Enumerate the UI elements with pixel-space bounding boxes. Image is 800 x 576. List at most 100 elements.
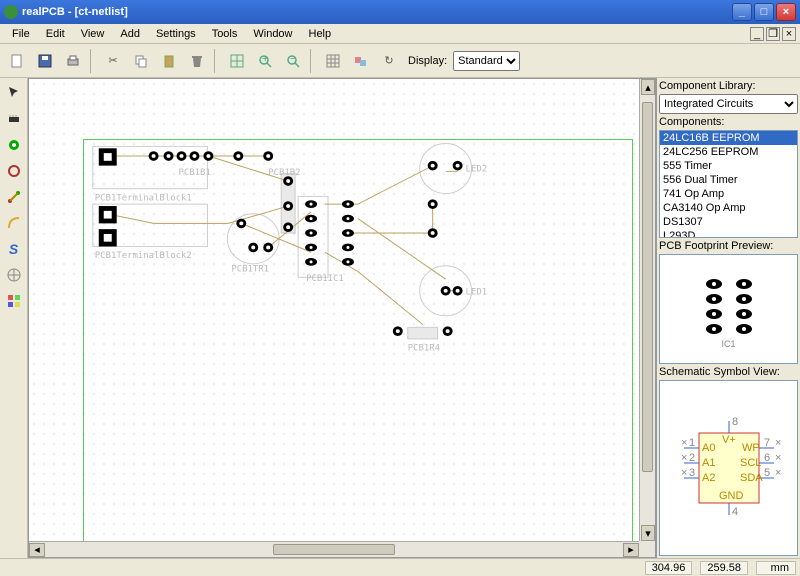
svg-text:LED1: LED1 — [466, 288, 488, 298]
copy-button[interactable] — [128, 48, 154, 74]
component-option[interactable]: 24LC16B EEPROM — [660, 131, 797, 145]
main-toolbar: ✂ + − ↻ Display: Standard — [0, 44, 800, 78]
svg-text:4: 4 — [732, 506, 738, 518]
component-option[interactable]: 741 Op Amp — [660, 187, 797, 201]
scrollbar-horizontal[interactable]: ◂▸ — [29, 541, 639, 557]
component-option[interactable]: L293D — [660, 229, 797, 238]
save-button[interactable] — [32, 48, 58, 74]
status-y: 259.58 — [700, 561, 748, 575]
title-bar: realPCB - [ct-netlist] _ □ × — [0, 0, 800, 24]
terminal-block-2 — [99, 206, 117, 246]
svg-text:PCB1TR1: PCB1TR1 — [231, 265, 269, 275]
svg-text:A1: A1 — [702, 457, 715, 469]
svg-text:×: × — [775, 437, 781, 449]
delete-button[interactable] — [184, 48, 210, 74]
component-option[interactable]: CA3140 Op Amp — [660, 201, 797, 215]
mdi-close-button[interactable]: × — [782, 27, 796, 41]
svg-text:V+: V+ — [722, 434, 736, 446]
footprint-label: PCB Footprint Preview: — [659, 240, 798, 252]
svg-text:6: 6 — [764, 452, 770, 464]
svg-text:2: 2 — [689, 452, 695, 464]
window-title: realPCB - [ct-netlist] — [22, 6, 730, 18]
library-select[interactable]: Integrated Circuits — [659, 94, 798, 114]
tool-via[interactable] — [3, 160, 25, 182]
close-button[interactable]: × — [776, 3, 796, 21]
toolbox: S — [0, 78, 28, 558]
refresh-button[interactable]: ↻ — [376, 48, 402, 74]
mdi-restore-button[interactable]: ❐ — [766, 27, 780, 41]
svg-text:SDA: SDA — [740, 472, 763, 484]
status-unit: mm — [756, 561, 796, 575]
menu-tools[interactable]: Tools — [204, 26, 246, 42]
tool-silk[interactable]: S — [3, 238, 25, 260]
menu-settings[interactable]: Settings — [148, 26, 204, 42]
svg-text:+: + — [262, 53, 268, 65]
svg-text:7: 7 — [764, 437, 770, 449]
svg-text:A0: A0 — [702, 442, 715, 454]
svg-text:8: 8 — [732, 416, 738, 428]
svg-text:WP: WP — [742, 442, 760, 454]
svg-text:×: × — [681, 437, 687, 449]
tool-origin[interactable] — [3, 290, 25, 312]
display-select[interactable]: Standard — [453, 51, 520, 71]
svg-text:3: 3 — [689, 467, 695, 479]
paste-button[interactable] — [156, 48, 182, 74]
tool-measure[interactable] — [3, 264, 25, 286]
menu-view[interactable]: View — [73, 26, 113, 42]
status-x: 304.96 — [645, 561, 693, 575]
components-listbox[interactable]: 24LC16B EEPROM24LC256 EEPROM555 Timer556… — [659, 130, 798, 238]
canvas-area[interactable]: PCB1TerminalBlock1 PCB1TerminalBlock2 PC… — [28, 78, 656, 558]
terminal-block-1 — [99, 148, 273, 165]
library-label: Component Library: — [659, 80, 798, 92]
display-label: Display: — [408, 55, 447, 67]
svg-text:LED2: LED2 — [466, 165, 488, 175]
right-panel: Component Library: Integrated Circuits C… — [656, 78, 800, 558]
svg-text:5: 5 — [764, 467, 770, 479]
minimize-button[interactable]: _ — [732, 3, 752, 21]
menu-bar: File Edit View Add Settings Tools Window… — [0, 24, 800, 44]
component-option[interactable]: 24LC256 EEPROM — [660, 145, 797, 159]
grid-button[interactable] — [320, 48, 346, 74]
component-option[interactable]: 556 Dual Timer — [660, 173, 797, 187]
symbol-view: 8V+ 4GND ×1A0 ×2A1 ×3A2 ×7WP ×6SCL ×5SDA — [659, 380, 798, 556]
component-option[interactable]: DS1307 — [660, 215, 797, 229]
svg-text:×: × — [775, 452, 781, 464]
svg-text:SCL: SCL — [740, 457, 761, 469]
component-option[interactable]: 555 Timer — [660, 159, 797, 173]
mdi-minimize-button[interactable]: _ — [750, 27, 764, 41]
svg-text:GND: GND — [719, 490, 744, 502]
tool-pad[interactable] — [3, 134, 25, 156]
layers-button[interactable] — [348, 48, 374, 74]
tool-track[interactable] — [3, 186, 25, 208]
components-label: Components: — [659, 116, 798, 128]
footprint-ref: IC1 — [721, 339, 735, 349]
svg-text:PCB1TerminalBlock2: PCB1TerminalBlock2 — [95, 251, 192, 261]
svg-text:×: × — [681, 452, 687, 464]
tool-select[interactable] — [3, 82, 25, 104]
zoom-area-button[interactable] — [224, 48, 250, 74]
svg-text:PCB1B2: PCB1B2 — [268, 168, 300, 178]
menu-edit[interactable]: Edit — [38, 26, 73, 42]
status-bar: 304.96 259.58 mm — [0, 558, 800, 576]
zoom-out-button[interactable]: − — [280, 48, 306, 74]
cut-button[interactable]: ✂ — [100, 48, 126, 74]
tool-ic[interactable] — [3, 108, 25, 130]
print-button[interactable] — [60, 48, 86, 74]
menu-window[interactable]: Window — [245, 26, 300, 42]
maximize-button[interactable]: □ — [754, 3, 774, 21]
footprint-preview: IC1 — [659, 254, 798, 364]
new-button[interactable] — [4, 48, 30, 74]
scrollbar-vertical[interactable]: ▴▾ — [639, 79, 655, 541]
svg-text:1: 1 — [689, 437, 695, 449]
menu-file[interactable]: File — [4, 26, 38, 42]
app-icon — [4, 5, 18, 19]
svg-text:PCB1B1: PCB1B1 — [179, 168, 211, 178]
menu-add[interactable]: Add — [112, 26, 148, 42]
tool-arc[interactable] — [3, 212, 25, 234]
svg-text:PCB1IC1: PCB1IC1 — [306, 274, 344, 284]
symbol-label: Schematic Symbol View: — [659, 366, 798, 378]
pcb-drawing: PCB1TerminalBlock1 PCB1TerminalBlock2 PC… — [29, 79, 639, 541]
svg-text:A2: A2 — [702, 472, 715, 484]
menu-help[interactable]: Help — [301, 26, 340, 42]
zoom-in-button[interactable]: + — [252, 48, 278, 74]
